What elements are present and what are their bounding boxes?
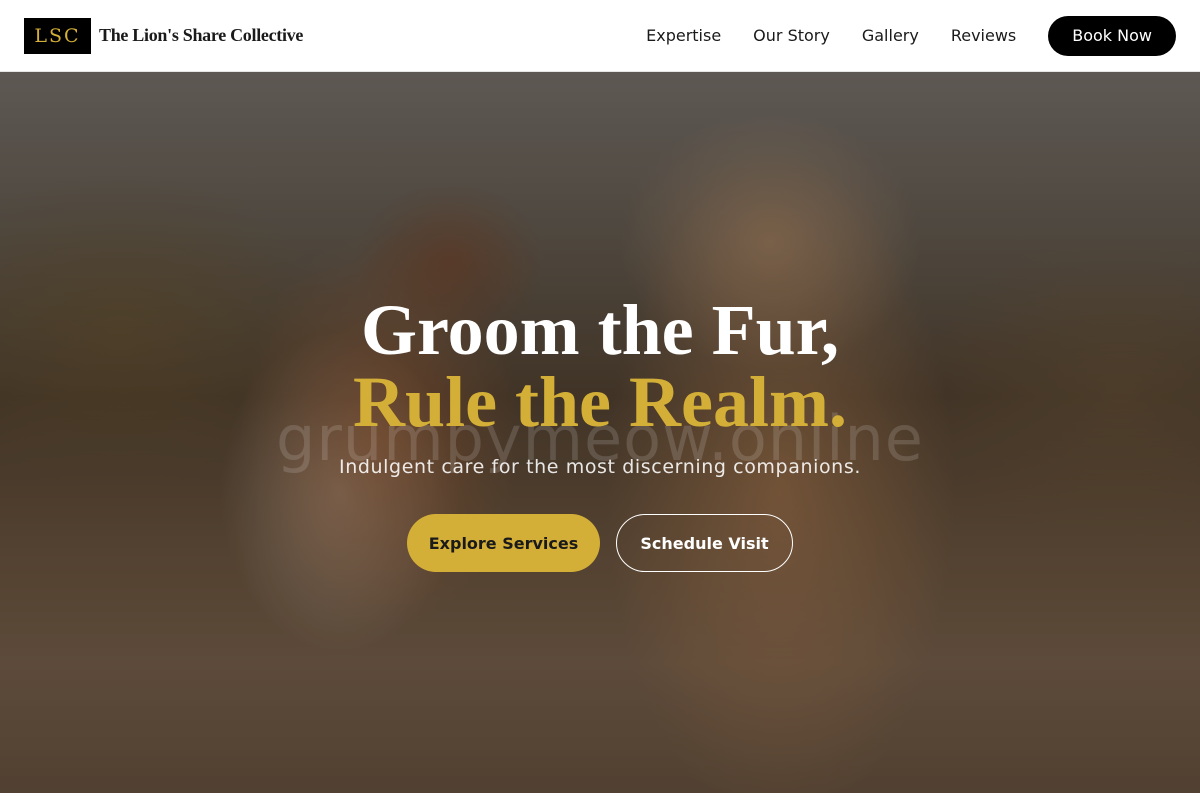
brand-name[interactable]: The Lion's Share Collective [99,25,303,46]
hero-subtitle: Indulgent care for the most discerning c… [339,456,861,478]
nav-link-reviews[interactable]: Reviews [951,26,1016,45]
navbar: LSC The Lion's Share Collective Expertis… [0,0,1200,72]
logo[interactable]: LSC [24,17,91,54]
logo-text: LSC [34,24,81,47]
hero-headline-line1: Groom the Fur, [361,290,839,370]
book-now-button[interactable]: Book Now [1048,15,1176,56]
hero-section: grumpymeow.online Groom the Fur, Rule th… [0,72,1200,793]
brand[interactable]: LSC The Lion's Share Collective [24,17,303,54]
nav-link-expertise[interactable]: Expertise [646,26,721,45]
nav-link-our-story[interactable]: Our Story [753,26,830,45]
hero-cta-row: Explore Services Schedule Visit [0,514,1200,572]
explore-services-button[interactable]: Explore Services [407,514,600,572]
main-menu: Expertise Our Story Gallery Reviews Book… [646,15,1176,56]
schedule-visit-button[interactable]: Schedule Visit [616,514,793,572]
hero-headline-line2: Rule the Realm. [353,362,847,442]
nav-link-gallery[interactable]: Gallery [862,26,919,45]
